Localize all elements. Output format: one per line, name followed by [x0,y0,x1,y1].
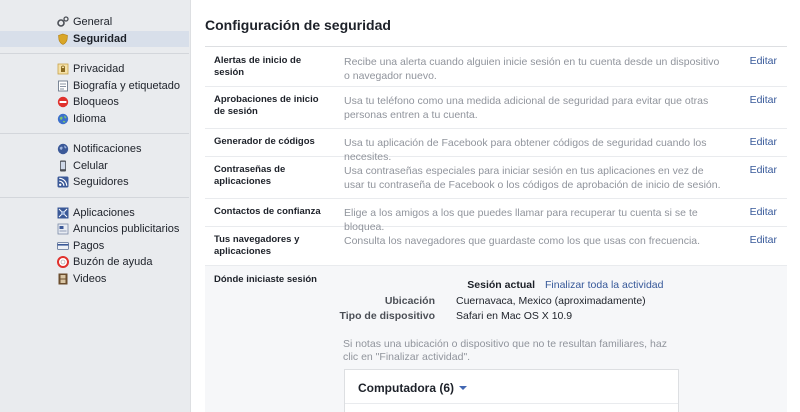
film-icon [57,273,69,285]
globe-notifications-icon [57,143,69,155]
sidebar-item-label: Idioma [73,112,107,125]
globe-icon [57,113,69,125]
sidebar-item-celular[interactable]: Celular [0,158,189,175]
sidebar-item-videos[interactable]: Videos [0,271,189,288]
devices-dropdown-label: Computadora (6) [358,381,454,395]
setting-label: Contraseñas de aplicaciones [214,164,286,187]
page-title: Configuración de seguridad [205,17,391,33]
edit-link[interactable]: Editar [750,136,777,148]
sidebar-item-label: Bloqueos [73,96,119,109]
location-value: Cuernavaca, Mexico (aproximadamente) [456,295,646,307]
setting-label: Generador de códigos [214,136,315,147]
sidebar-item-biografia-y-etiquetado[interactable]: Biografía y etiquetado [0,78,189,95]
settings-sidebar: General Seguridad Privacidad Biografía y et… [0,0,189,412]
security-settings-panel: Configuración de seguridad Alertas de in… [190,0,800,412]
setting-label: Aprobaciones de inicio de sesión [214,94,319,117]
sidebar-group: Aplicaciones Anuncios publicitarios Pagos B… [0,198,189,294]
sidebar-item-label: Buzón de ayuda [73,256,153,269]
sidebar-item-anuncios-publicitarios[interactable]: Anuncios publicitarios [0,221,189,238]
gear-icon [57,16,69,28]
chevron-down-icon [459,386,467,390]
timeline-icon [57,80,69,92]
sidebar-item-label: Videos [73,272,107,285]
sidebar-item-label: Pagos [73,239,105,252]
setting-label: Contactos de confianza [214,206,321,217]
setting-row[interactable]: Aprobaciones de inicio de sesión Usa tu t… [205,86,787,129]
sidebar-item-idioma[interactable]: Idioma [0,111,189,128]
sidebar-item-privacidad[interactable]: Privacidad [0,61,189,78]
sidebar-item-buzon-de-ayuda[interactable]: Buzón de ayuda [0,254,189,271]
payments-icon [57,240,69,252]
device-type-label: Tipo de dispositivo [339,310,435,322]
setting-row[interactable]: Tus navegadores y aplicaciones Consulta l… [205,226,787,266]
sidebar-item-label: General [73,16,113,29]
setting-row[interactable]: Contactos de confianza Elige a los amigos… [205,198,787,233]
rss-icon [57,176,69,188]
sidebar-item-label: Anuncios publicitarios [73,223,180,236]
location-label: Ubicación [384,295,435,307]
sidebar-item-label: Biografía y etiquetado [73,79,181,92]
sidebar-item-label: Celular [73,159,108,172]
device-type-value: Safari en Mac OS X 10.9 [456,310,573,322]
sidebar-item-label: Notificaciones [73,143,142,156]
setting-description: Recibe una alerta cuando alguien inicie … [344,56,720,82]
sidebar-item-label: Aplicaciones [73,206,135,219]
setting-description: Usa tu teléfono como una medida adiciona… [344,95,709,121]
apps-icon [57,207,69,219]
sessions-title: Dónde iniciaste sesión [214,274,317,285]
sidebar-item-label: Privacidad [73,63,125,76]
edit-link[interactable]: Editar [750,234,777,246]
sidebar-item-general[interactable]: General [0,14,189,31]
sidebar-group: Privacidad Biografía y etiquetado Bloqueos… [0,54,189,134]
sessions-section: Dónde iniciaste sesión Sesión actual Fin… [205,265,787,412]
end-all-activity-link[interactable]: Finalizar toda la actividad [545,279,663,291]
current-session-label: Sesión actual [467,279,535,291]
sidebar-item-notificaciones[interactable]: Notificaciones [0,141,189,158]
sidebar-item-aplicaciones[interactable]: Aplicaciones [0,205,189,222]
block-icon [57,96,69,108]
sidebar-item-label: Seguidores [73,176,129,189]
shield-icon [57,33,69,45]
devices-card: Computadora (6) [344,369,679,412]
mobile-icon [57,160,69,172]
sidebar-item-pagos[interactable]: Pagos [0,238,189,255]
setting-row[interactable]: Alertas de inicio de sesión Recibe una al… [205,47,787,87]
sidebar-item-label: Seguridad [73,32,127,45]
sidebar-item-seguridad[interactable]: Seguridad [0,30,189,47]
setting-row[interactable]: Contraseñas de aplicaciones Usa contraseñ… [205,156,787,199]
setting-label: Alertas de inicio de sesión [214,55,302,78]
setting-description: Consulta los navegadores que guardaste c… [344,235,701,247]
devices-dropdown[interactable]: Computadora (6) [358,381,467,395]
lifebuoy-icon [57,256,69,269]
setting-label: Tus navegadores y aplicaciones [214,234,300,257]
sidebar-group: General Seguridad [0,0,189,54]
edit-link[interactable]: Editar [750,206,777,218]
edit-link[interactable]: Editar [750,55,777,67]
sidebar-item-bloqueos[interactable]: Bloqueos [0,94,189,111]
sidebar-group: Notificaciones Celular Seguidores [0,134,189,198]
setting-row[interactable]: Generador de códigos Usa tu aplicación de… [205,128,787,163]
setting-description: Usa contraseñas especiales para iniciar … [344,165,721,191]
ads-icon [57,223,69,235]
privacy-lock-icon [57,63,69,75]
sidebar-item-seguidores[interactable]: Seguidores [0,174,189,191]
devices-divider [345,403,678,404]
unfamiliar-activity-notice: Si notas una ubicación o dispositivo que… [343,338,667,363]
edit-link[interactable]: Editar [750,164,777,176]
edit-link[interactable]: Editar [750,94,777,106]
